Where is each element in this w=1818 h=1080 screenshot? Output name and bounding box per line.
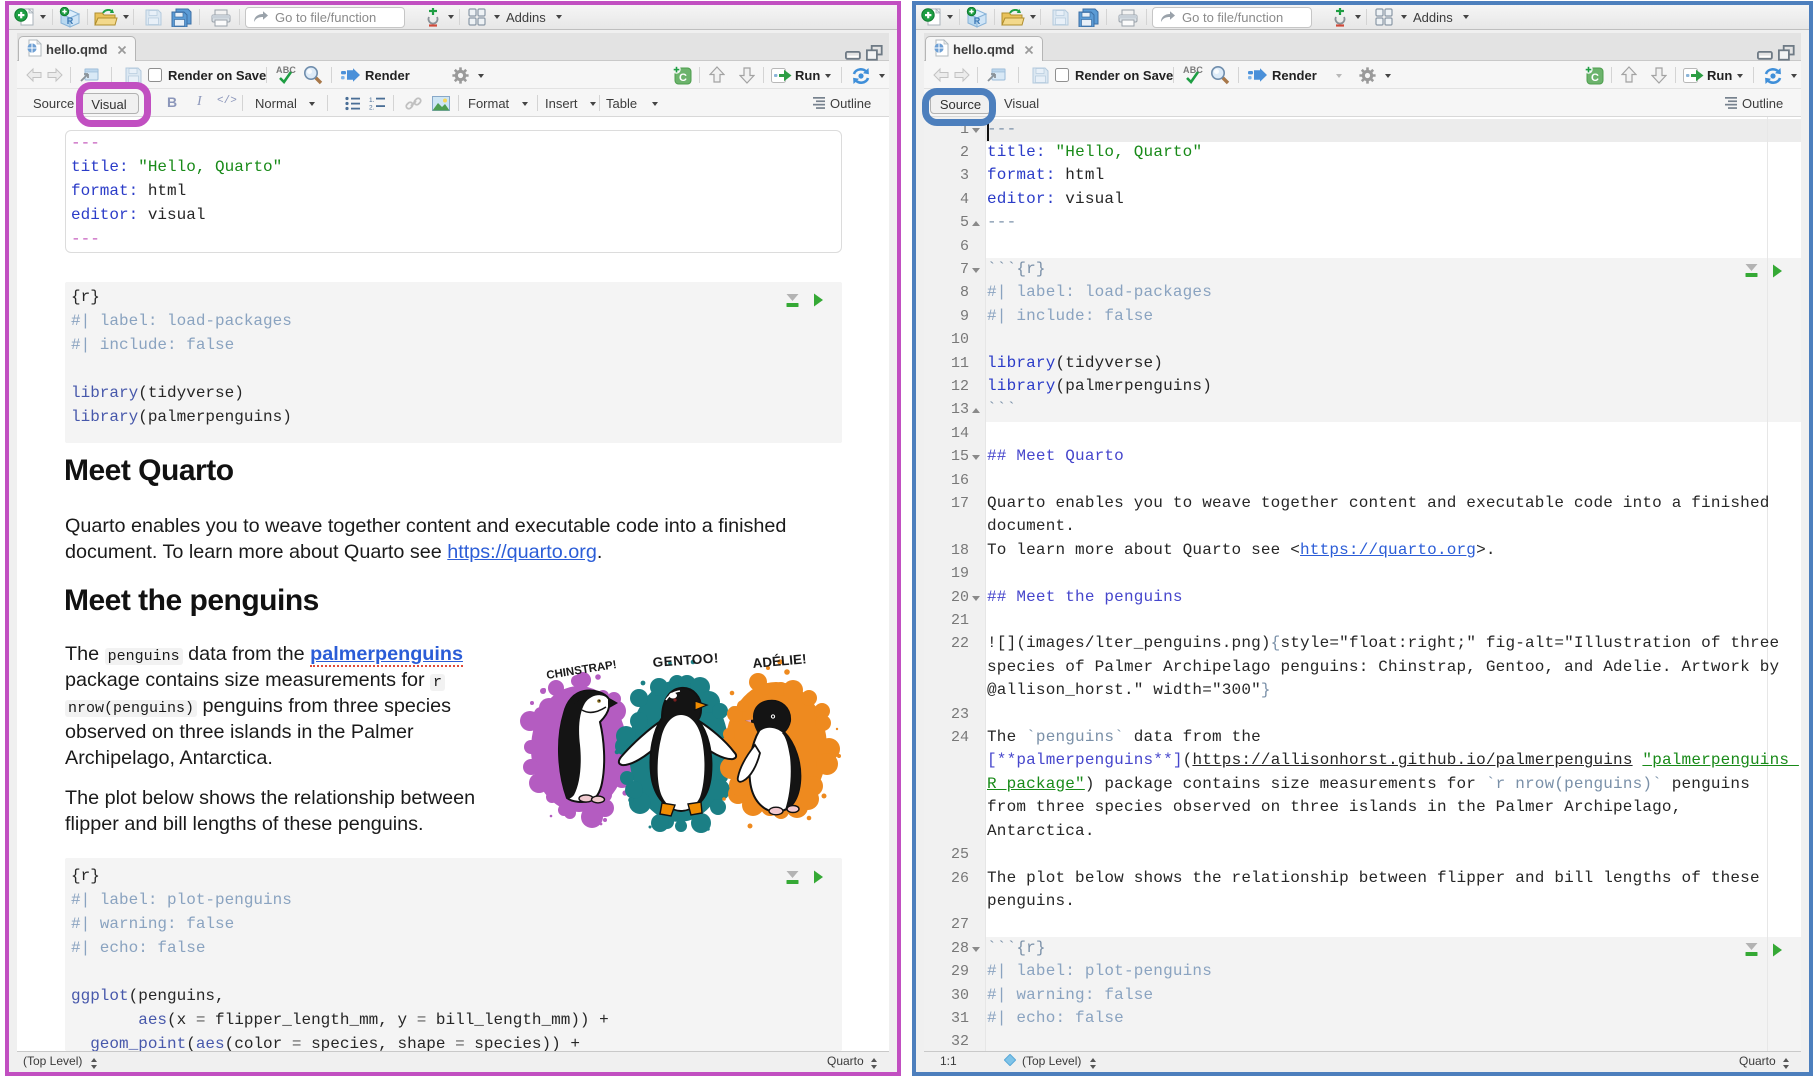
svg-text:ADÉLIE!: ADÉLIE! bbox=[752, 651, 807, 671]
svg-text:C: C bbox=[1591, 72, 1599, 84]
svg-text:R: R bbox=[974, 16, 981, 26]
svg-text:ABC: ABC bbox=[276, 65, 296, 75]
svg-text:ABC: ABC bbox=[1183, 65, 1203, 75]
svg-text:2.: 2. bbox=[369, 105, 375, 112]
svg-text:1.: 1. bbox=[369, 97, 375, 104]
svg-text:C: C bbox=[679, 72, 687, 84]
svg-text:GENTOO!: GENTOO! bbox=[652, 650, 719, 670]
svg-text:R: R bbox=[67, 16, 74, 26]
